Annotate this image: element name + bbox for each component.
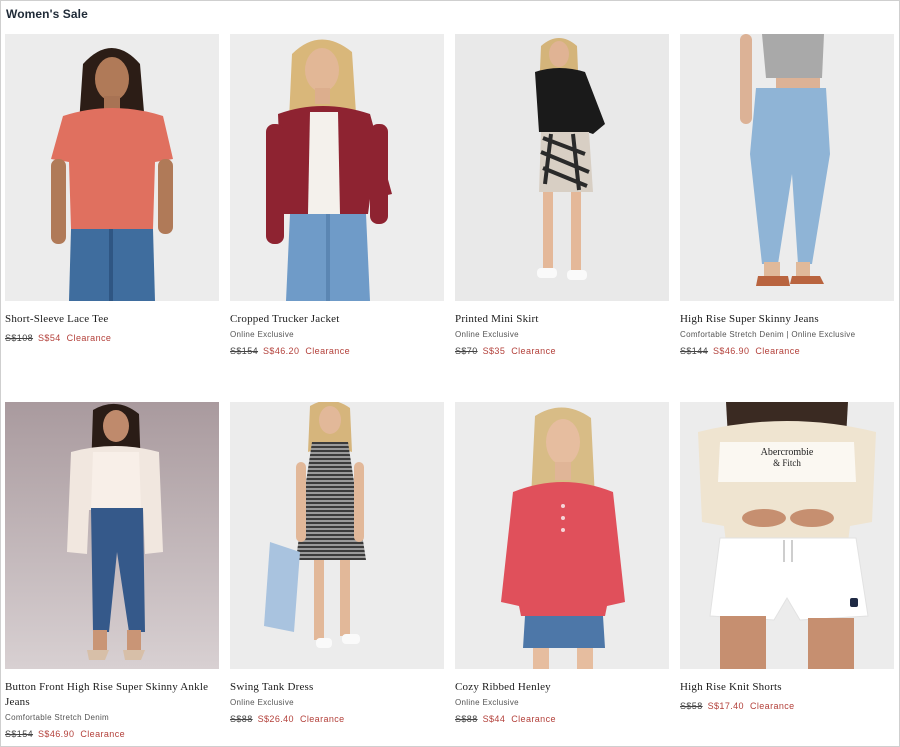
product-card[interactable]: Abercrombie & Fitch High Rise Knit Short…	[680, 402, 894, 711]
clearance-badge: Clearance	[66, 333, 112, 343]
model-henley-photo	[455, 402, 669, 669]
product-card[interactable]: High Rise Super Skinny Jeans Comfortable…	[680, 34, 894, 356]
logo-wordmark-line1: Abercrombie	[761, 447, 814, 458]
original-price: S$154	[230, 346, 259, 356]
model-lace-tee-photo	[5, 34, 219, 301]
product-name[interactable]: High Rise Super Skinny Jeans	[680, 312, 894, 327]
clearance-badge: Clearance	[511, 714, 556, 724]
price-row: S$88 S$44 Clearance	[455, 714, 669, 724]
product-subtitle: Online Exclusive	[230, 698, 294, 707]
product-name[interactable]: Short-Sleeve Lace Tee	[5, 312, 219, 327]
product-name[interactable]: Cozy Ribbed Henley	[455, 680, 669, 695]
sale-price: S$46.20	[263, 346, 300, 356]
model-skinny-jeans-photo	[680, 34, 894, 301]
clearance-badge: Clearance	[305, 346, 350, 356]
product-card[interactable]: Cozy Ribbed Henley Online Exclusive S$88…	[455, 402, 669, 724]
page-title: Women's Sale	[6, 7, 88, 21]
model-tank-dress-photo	[230, 402, 444, 669]
product-subtitle: Comfortable Stretch Denim	[5, 713, 109, 722]
price-row: S$154 S$46.90 Clearance	[5, 729, 219, 739]
product-card[interactable]: Swing Tank Dress Online Exclusive S$88 S$…	[230, 402, 444, 724]
clearance-badge: Clearance	[299, 714, 345, 724]
model-ankle-jeans-photo	[5, 402, 219, 669]
original-price: S$88	[455, 714, 478, 724]
clearance-badge: Clearance	[749, 701, 795, 711]
product-card[interactable]: Button Front High Rise Super Skinny Ankl…	[5, 402, 219, 739]
model-knit-shorts-photo: Abercrombie & Fitch	[680, 402, 894, 669]
price-row: S$154 S$46.20 Clearance	[230, 346, 444, 356]
product-subtitle: Online Exclusive	[455, 698, 519, 707]
clearance-badge: Clearance	[511, 346, 556, 356]
product-image[interactable]	[5, 402, 219, 669]
logo-wordmark-line2: & Fitch	[773, 458, 801, 468]
price-row: S$108 S$54 Clearance	[5, 333, 219, 343]
clearance-badge: Clearance	[755, 346, 800, 356]
product-image[interactable]	[230, 34, 444, 301]
price-row: S$144 S$46.90 Clearance	[680, 346, 894, 356]
product-image[interactable]: Abercrombie & Fitch	[680, 402, 894, 669]
product-subtitle: Comfortable Stretch Denim | Online Exclu…	[680, 330, 856, 339]
product-card[interactable]: Short-Sleeve Lace Tee S$108 S$54 Clearance	[5, 34, 219, 343]
original-price: S$88	[230, 714, 253, 724]
original-price: S$70	[455, 346, 478, 356]
product-name[interactable]: Cropped Trucker Jacket	[230, 312, 444, 327]
product-subtitle: Online Exclusive	[230, 330, 294, 339]
sale-price: S$44	[482, 714, 506, 724]
product-name[interactable]: Swing Tank Dress	[230, 680, 444, 695]
sale-price: S$35	[482, 346, 506, 356]
sale-price: S$54	[38, 333, 61, 343]
clearance-badge: Clearance	[80, 729, 125, 739]
product-card[interactable]: Cropped Trucker Jacket Online Exclusive …	[230, 34, 444, 356]
product-name[interactable]: High Rise Knit Shorts	[680, 680, 894, 695]
product-name[interactable]: Printed Mini Skirt	[455, 312, 669, 327]
original-price: S$144	[680, 346, 709, 356]
product-image[interactable]	[5, 34, 219, 301]
model-mini-skirt-photo	[455, 34, 669, 301]
product-image[interactable]	[455, 34, 669, 301]
sale-price: S$46.90	[38, 729, 75, 739]
product-image[interactable]	[455, 402, 669, 669]
sale-price: S$26.40	[257, 714, 294, 724]
sale-price: S$17.40	[707, 701, 744, 711]
product-image[interactable]	[230, 402, 444, 669]
product-card[interactable]: Printed Mini Skirt Online Exclusive S$70…	[455, 34, 669, 356]
original-price: S$58	[680, 701, 703, 711]
sale-price: S$46.90	[713, 346, 750, 356]
original-price: S$108	[5, 333, 34, 343]
product-subtitle: Online Exclusive	[455, 330, 519, 339]
model-trucker-jacket-photo	[230, 34, 444, 301]
price-row: S$70 S$35 Clearance	[455, 346, 669, 356]
price-row: S$88 S$26.40 Clearance	[230, 714, 444, 724]
original-price: S$154	[5, 729, 34, 739]
product-name[interactable]: Button Front High Rise Super Skinny Ankl…	[5, 680, 219, 710]
price-row: S$58 S$17.40 Clearance	[680, 701, 894, 711]
product-image[interactable]	[680, 34, 894, 301]
